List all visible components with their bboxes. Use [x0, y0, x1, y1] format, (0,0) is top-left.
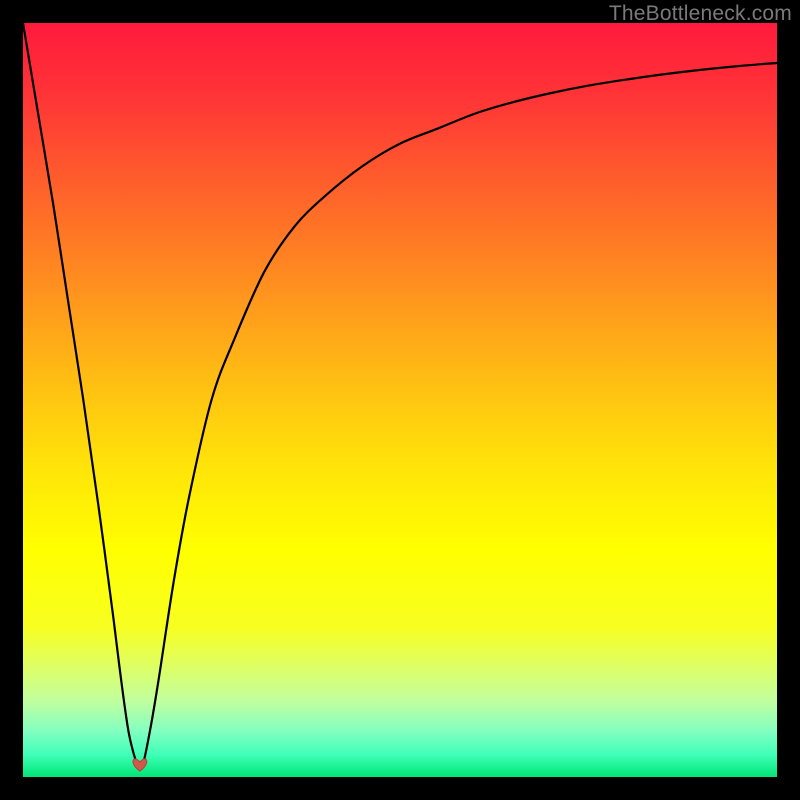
plot-area — [23, 23, 777, 777]
minimum-marker-heart-icon — [133, 759, 147, 771]
watermark-text: TheBottleneck.com — [609, 2, 792, 26]
curve-layer — [23, 23, 777, 777]
bottleneck-curve — [23, 23, 777, 769]
chart-frame: TheBottleneck.com — [0, 0, 800, 800]
